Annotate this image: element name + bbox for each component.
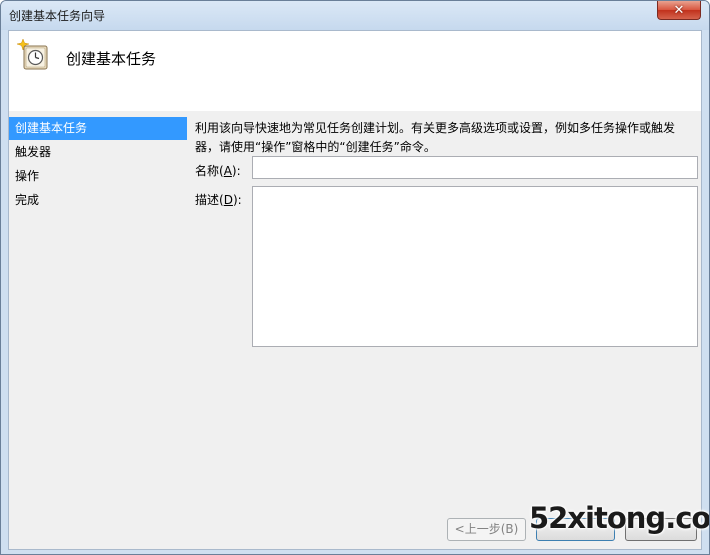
next-button[interactable] <box>536 518 615 541</box>
step-finish[interactable]: 完成 <box>9 189 187 212</box>
step-create-basic-task[interactable]: 创建基本任务 <box>9 117 187 140</box>
close-button[interactable]: ✕ <box>657 1 701 20</box>
name-label: 名称(A): <box>195 164 241 178</box>
wizard-description: 利用该向导快速地为常见任务创建计划。有关更多高级选项或设置，例如多任务操作或触发… <box>195 121 676 154</box>
wizard-window: 创建基本任务向导 ✕ 创建基本任务 创建基本任务 触发器 操作 完成 利用该向导… <box>0 0 710 555</box>
close-icon: ✕ <box>673 2 685 18</box>
step-action[interactable]: 操作 <box>9 165 187 188</box>
wizard-client-area: 创建基本任务 创建基本任务 触发器 操作 完成 利用该向导快速地为常见任务创建计… <box>8 30 702 550</box>
step-trigger[interactable]: 触发器 <box>9 141 187 164</box>
previous-button[interactable]: <上一步(B) <box>447 518 526 541</box>
wizard-header: 创建基本任务 <box>9 31 701 111</box>
wizard-heading: 创建基本任务 <box>66 50 157 68</box>
clock-task-icon <box>17 39 48 70</box>
window-title: 创建基本任务向导 <box>9 9 106 23</box>
description-label: 描述(D): <box>195 193 242 207</box>
cancel-button[interactable] <box>625 518 697 541</box>
description-input[interactable] <box>252 186 698 347</box>
wizard-steps-list: 创建基本任务 触发器 操作 完成 <box>9 117 187 213</box>
name-input[interactable] <box>252 156 698 179</box>
title-bar[interactable]: 创建基本任务向导 ✕ <box>1 1 709 30</box>
